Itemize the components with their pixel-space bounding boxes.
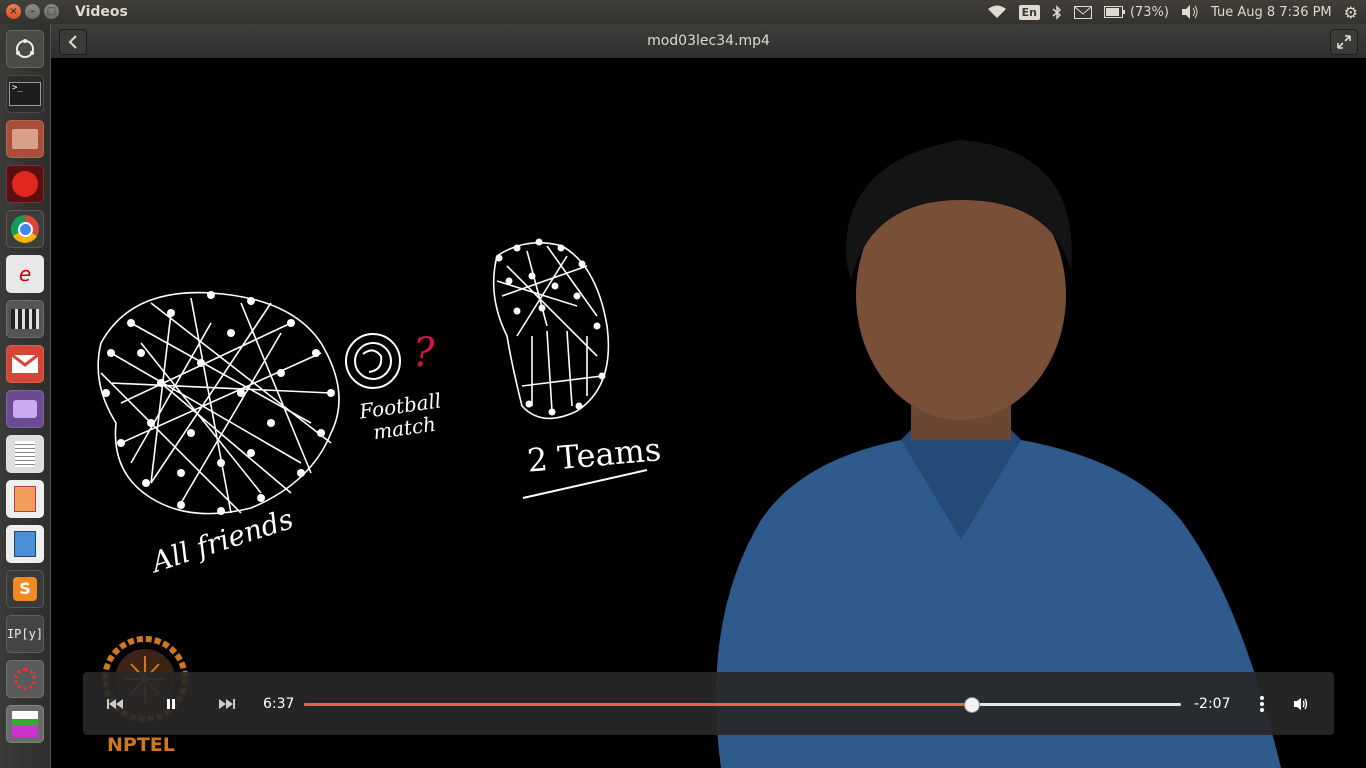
two-teams-drawing: [492, 238, 610, 420]
volume-icon[interactable]: [1181, 5, 1199, 19]
top-panel: × – □ Videos En (73%) Tue Aug 8 7:36 PM …: [0, 0, 1366, 24]
skip-forward-icon: [219, 699, 235, 709]
presenter-figure: [716, 140, 1281, 768]
seek-handle[interactable]: [963, 697, 980, 713]
video-editor-icon[interactable]: [6, 300, 44, 338]
battery-indicator[interactable]: (73%): [1103, 4, 1170, 20]
seek-bar[interactable]: [304, 697, 1181, 713]
wifi-icon[interactable]: [987, 5, 1007, 19]
settings-icon[interactable]: [6, 660, 44, 698]
screenshot-icon[interactable]: [6, 390, 44, 428]
minimize-window-button[interactable]: –: [25, 4, 40, 19]
kebab-menu-icon: [1260, 696, 1264, 712]
underline-stroke: [522, 469, 648, 499]
volume-button[interactable]: [1290, 693, 1312, 715]
chrome-icon[interactable]: [6, 210, 44, 248]
nptel-logo-text: NPTEL: [107, 734, 175, 756]
skip-back-icon: [107, 699, 123, 709]
app-icon[interactable]: [6, 705, 44, 743]
header-bar: mod03lec34.mp4: [51, 24, 1366, 58]
mail-icon[interactable]: [1073, 5, 1092, 19]
seek-progress: [304, 703, 971, 706]
clock[interactable]: Tue Aug 8 7:36 PM: [1211, 5, 1332, 20]
fullscreen-icon: [1337, 35, 1351, 49]
question-mark: ?: [413, 330, 435, 376]
evince-icon[interactable]: e: [6, 255, 44, 293]
keyboard-layout-icon[interactable]: En: [1018, 4, 1040, 20]
battery-icon: [1103, 6, 1125, 18]
next-button[interactable]: [216, 693, 238, 715]
time-remaining: -2:07: [1194, 696, 1231, 712]
fullscreen-button[interactable]: [1330, 29, 1358, 55]
launcher: >_ e S IP[y]: [0, 24, 51, 768]
file-manager-icon[interactable]: [6, 120, 44, 158]
maximize-window-button[interactable]: □: [44, 4, 59, 19]
friends-network-drawing: [97, 291, 340, 515]
indicator-area: En (73%) Tue Aug 8 7:36 PM ⚙: [987, 0, 1366, 24]
keyboard-layout-label: En: [1018, 4, 1040, 20]
video-frame[interactable]: All friends ? Football match 2 Teams NPT…: [51, 58, 1366, 768]
menu-button[interactable]: [1251, 693, 1273, 715]
writer-icon[interactable]: [6, 525, 44, 563]
time-elapsed: 6:37: [263, 696, 295, 712]
sublime-icon[interactable]: S: [6, 570, 44, 608]
pause-button[interactable]: [160, 693, 182, 715]
pause-icon: [167, 699, 175, 709]
terminal-icon[interactable]: >_: [6, 75, 44, 113]
previous-button[interactable]: [104, 693, 126, 715]
file-title: mod03lec34.mp4: [647, 33, 770, 49]
settings-gear-icon[interactable]: ⚙: [1344, 3, 1358, 22]
impress-icon[interactable]: [6, 480, 44, 518]
ipython-icon[interactable]: IP[y]: [6, 615, 44, 653]
football-icon: [345, 333, 401, 389]
battery-percent: (73%): [1129, 4, 1170, 20]
gmail-icon[interactable]: [6, 345, 44, 383]
playback-controls: 6:37 -2:07: [83, 672, 1334, 735]
speaker-icon: [1294, 698, 1308, 710]
text-editor-icon[interactable]: [6, 435, 44, 473]
bluetooth-icon[interactable]: [1052, 4, 1062, 20]
close-window-button[interactable]: ×: [6, 4, 21, 19]
opera-icon[interactable]: [6, 165, 44, 203]
ubuntu-dash-icon[interactable]: [6, 30, 44, 68]
app-title: Videos: [75, 4, 128, 20]
